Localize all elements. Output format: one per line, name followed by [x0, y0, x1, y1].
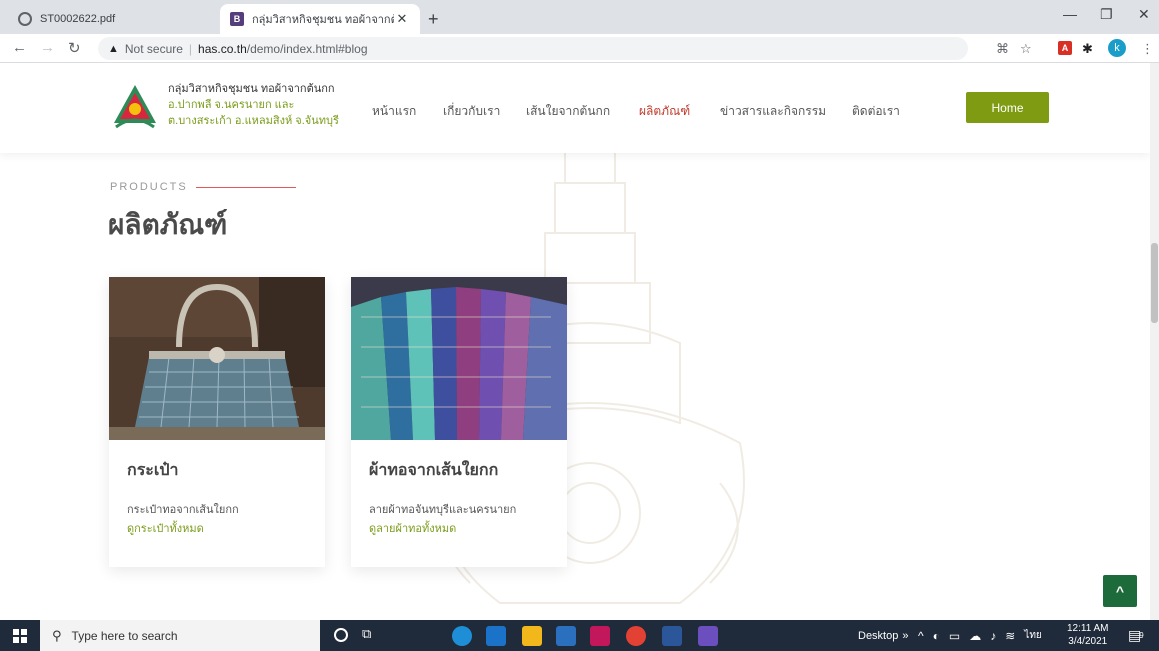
search-icon: ⚲ [52, 627, 62, 643]
brand-line-1: กลุ่มวิสาหกิจชุมชน ทอผ้าจากต้นกก [168, 83, 335, 95]
acrobat-extension-icon[interactable]: A [1058, 41, 1072, 55]
forward-arrow-icon[interactable]: → [40, 39, 55, 56]
tab-title: ST0002622.pdf [40, 13, 116, 25]
bag-product-image[interactable] [109, 277, 325, 440]
menu-icon[interactable]: ⋮ [1141, 41, 1154, 57]
product-title[interactable]: ผ้าทอจากเส้นใยกก [369, 458, 498, 483]
section-label: PRODUCTS [110, 181, 296, 193]
desktop-toolbar-label[interactable]: Desktop » [858, 620, 908, 651]
bootstrap-favicon-icon: B [230, 12, 244, 26]
chrome-icon[interactable] [626, 626, 646, 646]
meet-now-icon[interactable]: ◐ [933, 629, 940, 643]
restore-icon[interactable]: ❐ [1100, 6, 1113, 23]
tab-pdf[interactable]: ST0002622.pdf ✕ [8, 4, 242, 34]
file-explorer-icon[interactable] [522, 626, 542, 646]
translate-icon[interactable]: ⌘ [996, 41, 1009, 57]
url-host: has.co.th [198, 41, 247, 56]
scrollbar-thumb[interactable] [1151, 243, 1158, 323]
brand-line-2: อ.ปากพลี จ.นครนายก และ [168, 99, 295, 111]
minimize-icon[interactable]: — [1063, 6, 1077, 22]
mail-icon[interactable] [486, 626, 506, 646]
url-path: /demo/index.html#blog [246, 41, 368, 56]
section-label-text: PRODUCTS [110, 181, 188, 193]
chevron-up-icon: ^ [1115, 583, 1125, 599]
windows-taskbar: ⚲ Type here to search ⧉ Desktop » ^ ◐ ▭ … [0, 620, 1159, 651]
browser-tab-strip: ST0002622.pdf ✕ B กลุ่มวิสาหกิจชุมชน ทอผ… [0, 0, 1159, 34]
product-description: กระเป๋าทอจากเส้นใยกก [127, 504, 239, 516]
store-icon[interactable] [556, 626, 576, 646]
puzzle-icon[interactable]: ✱ [1082, 41, 1093, 57]
nav-fiber[interactable]: เส้นใยจากต้นกก [526, 102, 610, 121]
onedrive-icon[interactable]: ☁ [969, 629, 981, 643]
star-icon[interactable]: ☆ [1020, 41, 1032, 57]
notification-icon[interactable]: ▤ 9 [1128, 620, 1144, 651]
notification-count: 9 [1139, 631, 1144, 640]
tab-site[interactable]: B กลุ่มวิสาหกิจชุมชน ทอผ้าจากต้นกก ✕ [220, 4, 420, 34]
clock-time: 12:11 AM [1067, 623, 1109, 634]
language-indicator[interactable]: ไทย [1024, 628, 1041, 643]
gift-app-icon[interactable] [590, 626, 610, 646]
nav-products[interactable]: ผลิตภัณฑ์ [639, 102, 690, 121]
page-scrollbar[interactable] [1150, 63, 1159, 620]
product-card-bag[interactable]: กระเป๋า กระเป๋าทอจากเส้นใยกก ดูกระเป๋าทั… [109, 277, 325, 567]
tab-title: กลุ่มวิสาหกิจชุมชน ทอผ้าจากต้นกก [252, 14, 394, 26]
section-title: ผลิตภัณฑ์ [108, 209, 228, 240]
system-tray: ^ ◐ ▭ ☁ ♪ ≋ ไทย [918, 620, 1042, 651]
browser-toolbar: ← → ↻ ▲ Not secure | has.co.th /demo/ind… [0, 34, 1159, 63]
close-tab-icon[interactable]: ✕ [394, 11, 410, 27]
back-arrow-icon[interactable]: ← [12, 39, 27, 56]
profile-avatar[interactable]: k [1108, 39, 1126, 57]
product-description: ลายผ้าทอจันทบุรีและนครนายก [369, 504, 517, 516]
new-tab-button[interactable]: + [428, 9, 439, 30]
back-to-top-button[interactable]: ^ [1103, 575, 1137, 607]
product-card-fabric[interactable]: ผ้าทอจากเส้นใยกก ลายผ้าทอจันทบุรีและนครน… [351, 277, 567, 567]
community-logo-icon[interactable] [112, 83, 158, 129]
cortana-icon[interactable] [334, 628, 348, 642]
desktop-label: Desktop [858, 629, 899, 642]
nav-news[interactable]: ข่าวสารและกิจกรรม [720, 102, 826, 121]
fabric-product-image[interactable] [351, 277, 567, 440]
windows-logo-icon [13, 628, 27, 643]
wifi-icon[interactable]: ≋ [1005, 629, 1015, 643]
warning-icon: ▲ [108, 42, 119, 55]
nav-contact[interactable]: ติดต่อเรา [852, 102, 900, 121]
chevron-up-icon[interactable]: ^ [918, 629, 924, 643]
search-placeholder: Type here to search [71, 628, 178, 643]
brand-line-3: ต.บางสระเก้า อ.แหลมสิงห์ จ.จันทบุรี [168, 115, 339, 127]
taskbar-search-input[interactable]: ⚲ Type here to search [40, 620, 320, 651]
product-link[interactable]: ดูลายผ้าทอทั้งหมด [369, 519, 456, 537]
address-bar[interactable]: ▲ Not secure | has.co.th /demo/index.htm… [98, 37, 968, 60]
product-title[interactable]: กระเป๋า [127, 458, 178, 483]
task-view-icon[interactable]: ⧉ [362, 626, 382, 646]
double-chevron-icon: » [902, 629, 909, 642]
home-button[interactable]: Home [966, 92, 1049, 123]
globe-icon [18, 12, 32, 26]
edge-icon[interactable] [452, 626, 472, 646]
word-icon[interactable] [662, 626, 682, 646]
volume-icon[interactable]: ♪ [990, 629, 996, 643]
site-header: กลุ่มวิสาหกิจชุมชน ทอผ้าจากต้นกก อ.ปากพล… [0, 63, 1150, 153]
reload-icon[interactable]: ↻ [68, 39, 81, 57]
page-viewport: กลุ่มวิสาหกิจชุมชน ทอผ้าจากต้นกก อ.ปากพล… [0, 63, 1150, 620]
security-status: Not secure [124, 41, 183, 56]
nav-about[interactable]: เกี่ยวกับเรา [443, 102, 500, 121]
url-separator: | [188, 41, 193, 56]
clock-date: 3/4/2021 [1068, 636, 1108, 647]
nav-home[interactable]: หน้าแรก [372, 102, 416, 121]
taskbar-clock[interactable]: 12:11 AM 3/4/2021 [1067, 622, 1109, 648]
brand-text[interactable]: กลุ่มวิสาหกิจชุมชน ทอผ้าจากต้นกก อ.ปากพล… [168, 81, 339, 129]
section-label-rule [195, 186, 296, 188]
start-button[interactable] [0, 620, 40, 651]
app-icon[interactable] [698, 626, 718, 646]
battery-icon[interactable]: ▭ [949, 629, 960, 643]
product-link[interactable]: ดูกระเป๋าทั้งหมด [127, 519, 204, 537]
close-window-icon[interactable]: ✕ [1138, 6, 1150, 23]
